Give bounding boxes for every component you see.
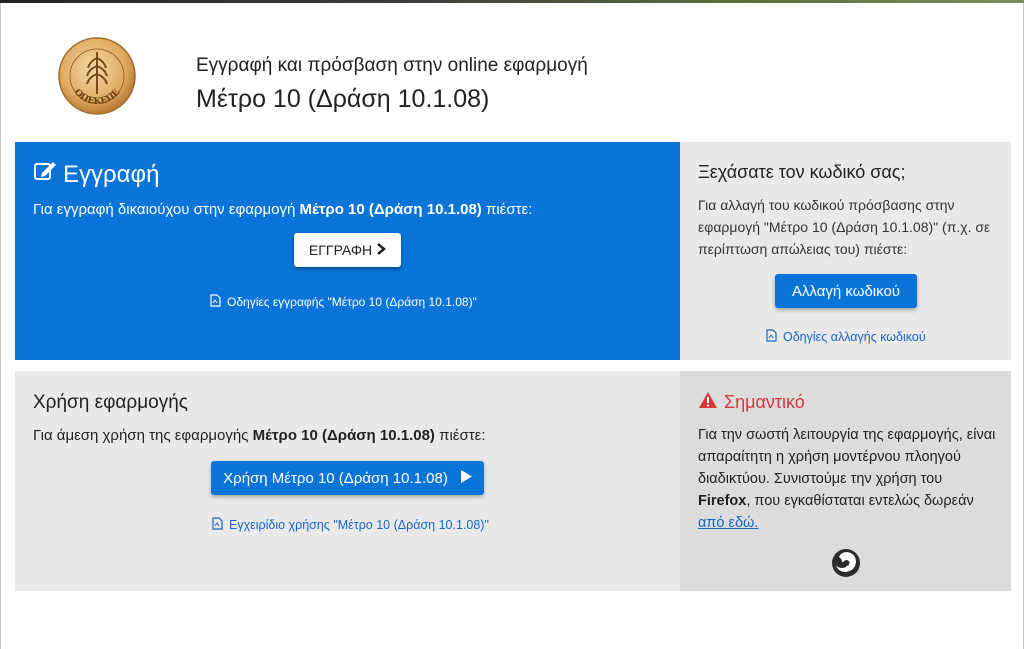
forgot-password-text: Για αλλαγή του κωδικού πρόσβασης στην εφ… <box>698 197 991 257</box>
important-heading: Σημαντικό <box>698 391 805 414</box>
registration-guide-link[interactable]: Οδηγίες εγγραφής "Μέτρο 10 (Δράση 10.1.0… <box>210 294 477 310</box>
forgot-password-panel: Ξεχάσατε τον κωδικό σας; Για αλλαγή του … <box>680 142 1011 360</box>
application-use-panel: Χρήση εφαρμογής Για άμεση χρήση της εφαρ… <box>15 371 680 591</box>
page-title: Μέτρο 10 (Δράση 10.1.08) <box>196 85 490 113</box>
chevron-right-icon <box>376 242 387 258</box>
firefox-download-link[interactable]: από εδώ. <box>698 515 758 531</box>
warning-icon <box>698 391 718 414</box>
change-password-button[interactable]: Αλλαγή κωδικού <box>775 274 917 308</box>
modal-dialog: ΟΠΕΚΕΠΕ Εγγραφή και πρόσβαση στην online… <box>0 3 1024 649</box>
forgot-password-heading: Ξεχάσατε τον κωδικό σας; <box>698 162 906 182</box>
header-subtitle: Εγγραφή και πρόσβαση στην online εφαρμογ… <box>196 55 588 76</box>
play-icon <box>460 469 472 487</box>
pdf-file-icon <box>210 294 221 310</box>
registration-heading: Εγγραφή <box>33 160 159 189</box>
user-manual-link[interactable]: Εγχειρίδιο χρήσης "Μέτρο 10 (Δράση 10.1.… <box>212 517 489 533</box>
firefox-icon <box>831 548 861 578</box>
pdf-file-icon <box>766 329 777 345</box>
application-use-heading: Χρήση εφαρμογής <box>33 392 188 413</box>
page-header: ΟΠΕΚΕΠΕ Εγγραφή και πρόσβαση στην online… <box>1 3 1023 143</box>
application-use-text: Για άμεση χρήση της εφαρμογής Μέτρο 10 (… <box>33 427 486 444</box>
registration-text: Για εγγραφή δικαιούχου στην εφαρμογή Μέτ… <box>33 201 533 218</box>
important-notice-panel: Σημαντικό Για την σωστή λειτουργία της ε… <box>680 371 1011 591</box>
opekepe-logo: ΟΠΕΚΕΠΕ <box>57 36 137 116</box>
registration-panel: Εγγραφή Για εγγραφή δικαιούχου στην εφαρ… <box>15 142 680 360</box>
important-text: Για την σωστή λειτουργία της εφαρμογής, … <box>698 427 996 531</box>
password-guide-link[interactable]: Οδηγίες αλλαγής κωδικού <box>766 329 926 345</box>
use-application-button[interactable]: Χρήση Μέτρο 10 (Δράση 10.1.08) <box>211 461 484 495</box>
register-button[interactable]: ΕΓΓΡΑΦΗ <box>294 233 401 267</box>
pdf-file-icon <box>212 517 223 533</box>
edit-icon <box>33 160 57 189</box>
